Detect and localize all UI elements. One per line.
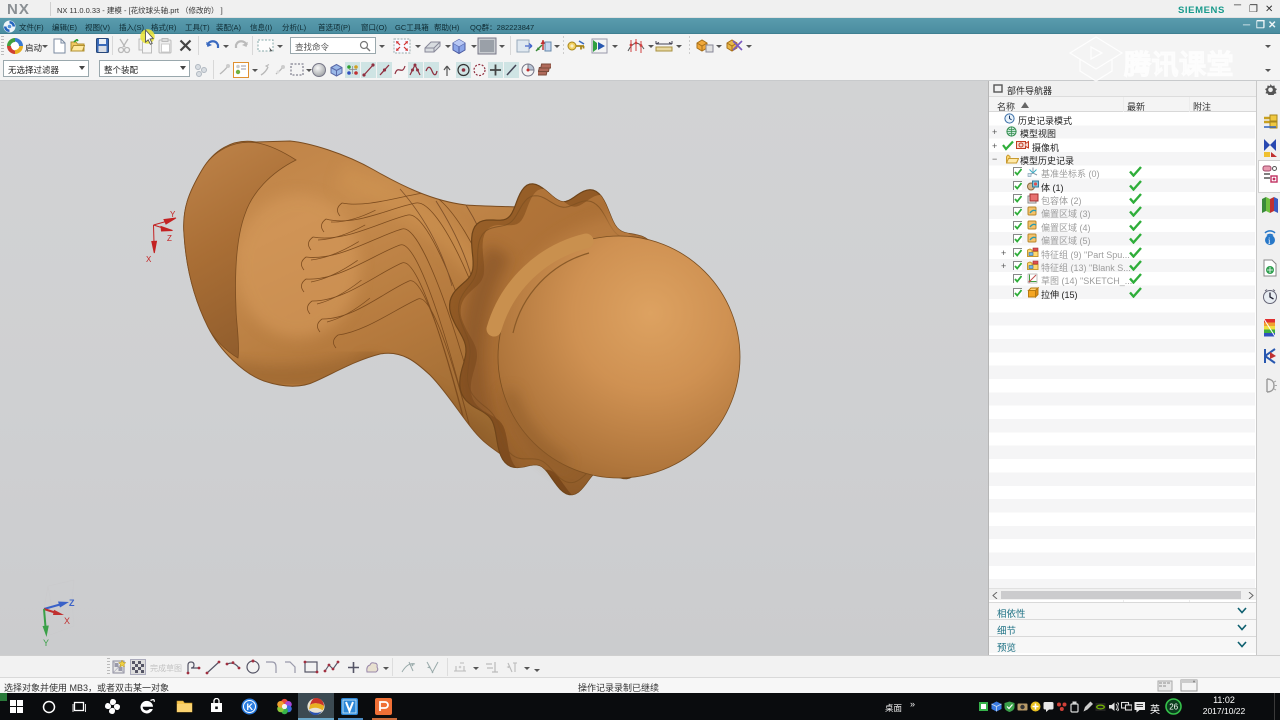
svg-text:K: K [247, 702, 254, 712]
svg-text:X: X [146, 255, 152, 264]
svg-text:Z: Z [167, 234, 172, 243]
svg-text:X: X [64, 616, 70, 626]
svg-text:Y: Y [170, 210, 176, 219]
svg-text:26: 26 [1169, 703, 1178, 712]
svg-text:Y: Y [43, 638, 49, 648]
svg-text:Z: Z [69, 598, 75, 608]
